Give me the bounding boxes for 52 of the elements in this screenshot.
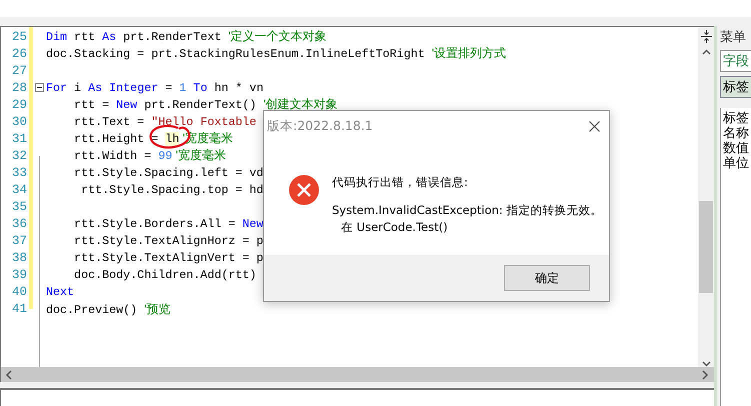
list-item[interactable]: 单位 [723, 156, 749, 171]
list-item[interactable]: 数值 [723, 141, 749, 156]
line-number: 25 [12, 30, 27, 44]
code-line: doc.Body.Children.Add(rtt) [73, 268, 256, 282]
error-message: 代码执行出错，错误信息: [332, 175, 469, 190]
code-line: rtt.Width = 99 '宽度毫米 [73, 147, 226, 164]
code-line: rtt = New prt.RenderText() '创建文本对象 [73, 96, 338, 114]
code-line: rtt.Style.Spacing.left = vd [73, 166, 264, 180]
tag-button[interactable]: 标签 [720, 76, 751, 98]
code-line: rtt.Style.TextAlignVert = p [73, 251, 264, 266]
scroll-thumb[interactable] [699, 201, 713, 293]
code-line: rtt.Text = "Hello Foxtable [73, 114, 256, 129]
line-number: 29 [12, 98, 27, 112]
line-number: 35 [12, 200, 27, 214]
line-number: 27 [12, 64, 27, 78]
line-number: 38 [12, 251, 27, 266]
line-number: 34 [12, 182, 27, 197]
error-icon [289, 175, 319, 205]
split-icon[interactable] [700, 30, 712, 43]
line-number: 41 [12, 302, 27, 316]
list-item[interactable]: 标签 [723, 111, 749, 126]
field-tab[interactable]: 字段 [720, 50, 751, 72]
scroll-down-icon[interactable] [702, 361, 710, 367]
line-number: 32 [12, 148, 27, 163]
exception-text: System.InvalidCastException: 指定的转换无效。 [332, 203, 602, 218]
collapse-icon[interactable] [35, 83, 44, 92]
list-item[interactable]: 名称 [723, 126, 749, 141]
scroll-right-icon[interactable] [702, 370, 709, 380]
ok-button[interactable]: 确定 [504, 265, 590, 291]
line-number: 26 [12, 46, 27, 61]
close-icon[interactable] [589, 120, 600, 132]
scroll-left-icon[interactable] [5, 370, 12, 380]
stack-trace: 在 UserCode.Test() [340, 220, 449, 235]
line-number: 36 [12, 217, 27, 232]
code-line: Next [46, 285, 74, 300]
line-number: 30 [12, 114, 27, 129]
line-number: 28 [12, 80, 27, 95]
line-number: 40 [12, 285, 27, 300]
code-line: For i As Integer = 1 To hn * vn [46, 80, 264, 95]
code-line: rtt.Style.Spacing.top = hd [80, 182, 264, 197]
code-line: doc.Stacking = prt.StackingRulesEnum.InlineLeftToRight '设置排列方式 [46, 45, 506, 62]
code-line: doc.Preview() '预览 [46, 300, 170, 318]
dialog-title: 版本:2022.8.18.1 [267, 118, 373, 134]
line-number: 33 [12, 166, 27, 180]
line-number: 39 [12, 268, 27, 282]
code-line: Dim rtt As prt.RenderText '定义一个文本对象 [46, 28, 327, 46]
panel-title: 菜单 [720, 29, 747, 46]
code-line: rtt.Style.TextAlignHorz = p [73, 234, 264, 248]
line-number: 31 [12, 132, 27, 146]
code-line: rtt.Style.Borders.All = New [73, 217, 264, 232]
scroll-up-icon[interactable] [702, 49, 710, 55]
line-number: 37 [12, 234, 27, 248]
